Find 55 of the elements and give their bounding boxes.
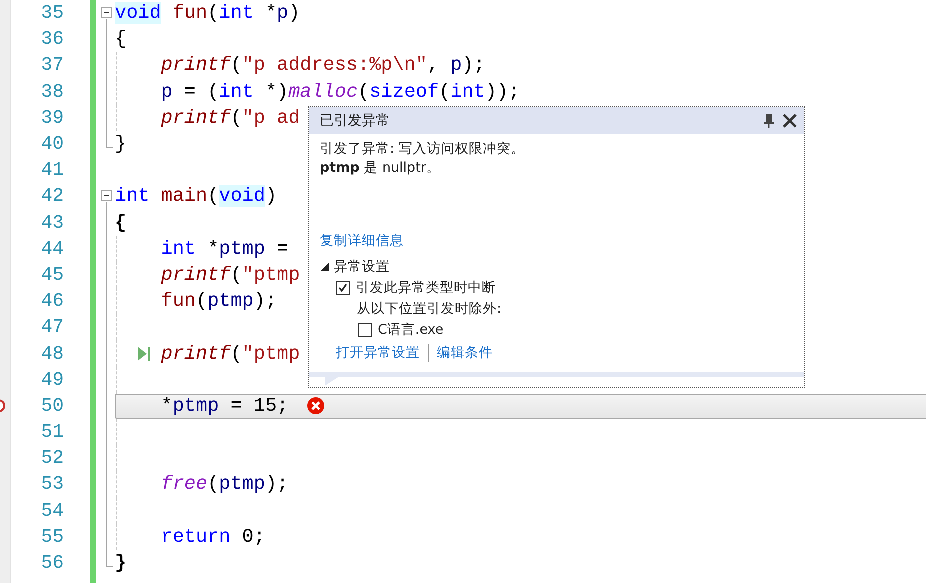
- exception-message: 引发了异常: 写入访问权限冲突。: [320, 140, 526, 159]
- line-number: 41: [40, 159, 64, 182]
- line-number: 48: [40, 342, 64, 365]
- exception-message: ptmp 是 nullptr。: [320, 159, 442, 178]
- line-number: 40: [40, 133, 64, 156]
- code-line: free(ptmp);: [161, 473, 289, 496]
- settings-link[interactable]: 编辑条件: [437, 344, 493, 362]
- line-number: 53: [40, 473, 64, 496]
- line-number: 47: [40, 316, 64, 338]
- code-line: }: [115, 133, 127, 156]
- expand-arrow-icon[interactable]: [320, 262, 330, 272]
- line-number: 55: [40, 526, 64, 548]
- except-label: 从以下位置引发时除外:: [357, 300, 503, 318]
- code-line: {: [115, 212, 127, 234]
- pin-icon[interactable]: [764, 114, 774, 128]
- collapse-icon[interactable]: [101, 190, 112, 202]
- code-line: int *ptmp =: [161, 238, 289, 260]
- line-number: 50: [40, 394, 64, 417]
- line-number: 56: [40, 552, 64, 574]
- copy-details-link[interactable]: 复制详细信息: [320, 232, 792, 250]
- checkbox[interactable]: [358, 323, 372, 337]
- code-line: void fun(int *p): [115, 2, 300, 24]
- line-number: 49: [40, 368, 64, 391]
- line-number: 38: [40, 80, 64, 103]
- close-icon[interactable]: [782, 112, 798, 128]
- code-line: p = (int *)malloc(sizeof(int));: [161, 80, 520, 103]
- checkbox[interactable]: [336, 281, 350, 295]
- settings-link[interactable]: 打开异常设置: [336, 344, 420, 362]
- line-number: 35: [40, 2, 64, 24]
- code-line: {: [115, 28, 127, 50]
- line-number: 43: [40, 212, 64, 234]
- popup-title: 已引发异常: [320, 112, 391, 130]
- checkbox-label: 引发此异常类型时中断: [356, 279, 496, 297]
- checkbox-label: C语言.exe: [378, 321, 444, 339]
- line-number: 51: [40, 421, 64, 444]
- code-line: return 0;: [161, 526, 266, 548]
- code-line: *ptmp = 15;: [161, 394, 289, 417]
- line-number: 44: [40, 238, 64, 260]
- collapse-icon[interactable]: [101, 7, 112, 18]
- line-number: 45: [40, 264, 64, 286]
- line-number: 54: [40, 500, 64, 522]
- code-line: printf("ptmp: [161, 342, 300, 365]
- code-line: int main(void): [115, 185, 278, 208]
- line-number: 39: [40, 106, 64, 129]
- code-line: }: [115, 552, 127, 574]
- line-number: 42: [40, 185, 64, 208]
- line-number: 46: [40, 290, 64, 312]
- code-line: fun(ptmp);: [161, 290, 278, 312]
- line-number: 52: [40, 447, 64, 470]
- code-line: printf("p ad: [161, 106, 300, 129]
- line-number: 36: [40, 28, 64, 50]
- section-label: 异常设置: [334, 258, 390, 276]
- code-line: printf("ptmp: [161, 264, 300, 286]
- line-number: 37: [40, 54, 64, 76]
- code-line: printf("p address:%p\n", p);: [161, 54, 486, 76]
